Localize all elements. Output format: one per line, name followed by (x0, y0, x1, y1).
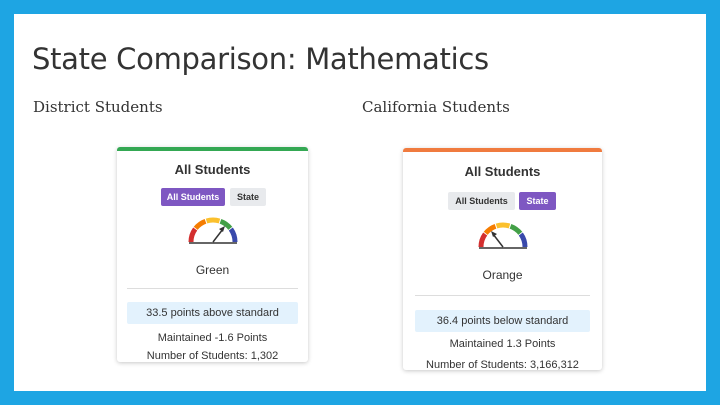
slide: State Comparison: Mathematics District S… (14, 14, 706, 391)
change-text: Maintained -1.6 Points (157, 332, 268, 344)
card-title: All Students (174, 162, 251, 177)
student-count: Number of Students: 1,302 (146, 350, 279, 362)
california-card: All Students All Students State Orange 3… (403, 148, 602, 371)
performance-color-label: Green (195, 263, 230, 277)
performance-gauge-icon (188, 217, 238, 244)
california-students-label: California Students (362, 98, 510, 116)
slide-title: State Comparison: Mathematics (32, 42, 489, 76)
points-box: 36.4 points below standard (415, 310, 590, 332)
points-box: 33.5 points above standard (127, 302, 298, 324)
card-title: All Students (464, 164, 541, 179)
card-divider (415, 295, 590, 296)
card-accent-bar (403, 148, 602, 152)
card-divider (127, 288, 298, 289)
change-text: Maintained 1.3 Points (449, 338, 556, 350)
performance-color-label: Orange (482, 268, 523, 282)
district-students-label: District Students (33, 98, 163, 116)
card-accent-bar (117, 147, 308, 151)
toggle-all-students[interactable]: All Students (448, 192, 515, 210)
district-card: All Students All Students State Green 33… (117, 147, 308, 362)
student-count: Number of Students: 3,166,312 (426, 359, 579, 371)
performance-gauge-icon (478, 222, 528, 249)
toggle-state[interactable]: State (230, 188, 266, 206)
toggle-state[interactable]: State (519, 192, 556, 210)
toggle-all-students[interactable]: All Students (161, 188, 225, 206)
